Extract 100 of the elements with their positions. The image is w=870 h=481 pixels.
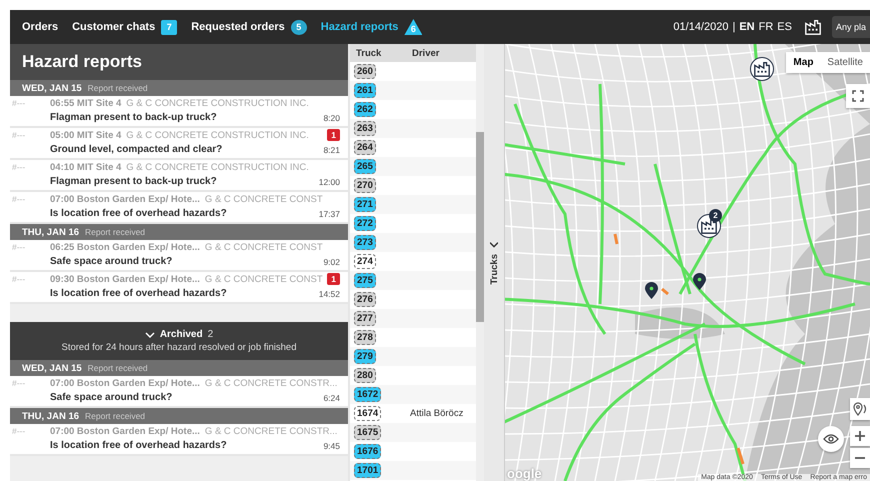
day-note: Report received [88,362,148,375]
trucks-collapse-tab[interactable]: Trucks [488,240,500,285]
alert-badge: 1 [327,129,340,141]
company-name: G & C CONCRETE CONST [204,274,323,284]
report-row[interactable]: #--- 04:10 MIT Site 4 G & C CONCRETE CONSTRUCTION INC. Flagman present to back-up truck? 12:00 [10,160,348,192]
count-badge: 6 [404,19,422,35]
zoom-in-button[interactable] [850,426,870,446]
truck-chip[interactable]: 265 [354,159,376,174]
panel-title: Hazard reports [10,44,348,80]
report-row[interactable]: #--- 06:25 Boston Garden Exp/ Hote... G & C CONCRETE CONST Safe space around truck? 9:02 [10,240,348,272]
date-text: 01/14/2020 [673,21,728,33]
report-question: Is location free of overhead hazards? [50,288,228,299]
nav-tab[interactable]: Orders [22,21,58,33]
zoom-out-button[interactable] [850,448,870,468]
report-row[interactable]: #--- 07:00 Boston Garden Exp/ Hote... G & C CONCRETE CONSTR... Safe space around truck? 6:24 [10,376,348,408]
report-row[interactable]: #--- 09:30 Boston Garden Exp/ Hote... G & C CONCRETE CONST 1 Is location free of overhead hazards? 14:52 [10,272,348,304]
day-note: Report received [85,410,146,423]
location-pin-icon[interactable] [645,282,658,300]
archive-toggle[interactable]: Archived 2 [144,329,214,340]
report-question: Ground level, compacted and clear? [50,144,224,155]
report-duration: 8:20 [323,112,340,122]
nav-tab[interactable]: Customer chats 7 [72,20,178,34]
truck-chip[interactable]: 264 [354,140,376,155]
count-badge: 7 [161,20,178,34]
truck-chip[interactable]: 1676 [354,444,382,459]
report-site: 05:00 MIT Site 4 [50,130,122,140]
truck-chip[interactable]: 272 [354,216,376,231]
zoom-in-icon [855,431,865,441]
truck-chip[interactable]: 1701 [354,463,382,478]
report-duration: 17:37 [318,208,340,218]
company-name: G & C CONCRETE CONSTR... [204,426,338,436]
map-type-button[interactable]: Map [786,52,820,73]
truck-chip[interactable]: 263 [354,121,376,136]
map-type-button[interactable]: Satellite [820,52,870,73]
truck-chip[interactable]: 1674 [354,406,382,421]
truck-chip[interactable]: 278 [354,330,376,345]
truck-chip[interactable]: 277 [354,311,376,326]
nav-tab[interactable]: Requested orders 5 [191,20,307,34]
archive-label: Archived [160,329,203,340]
report-question: Flagman present to back-up truck? [50,112,218,123]
report-duration: 9:02 [323,256,340,266]
fullscreen-button[interactable] [846,84,870,108]
day-label: THU, JAN 16 [22,226,80,240]
company-name: G & C CONCRETE CONSTR... [204,378,338,388]
truck-chip[interactable]: 274 [354,254,376,269]
truck-chip[interactable]: 262 [354,102,376,117]
nav-tab[interactable]: Hazard reports 6 [320,19,422,35]
company-name: G & C CONCRETE CONSTRUCTION INC. [126,98,309,108]
separator-text: | [732,21,736,33]
truck-chip[interactable]: 260 [354,64,376,79]
location-pin-icon[interactable] [693,273,706,291]
report-site: 06:55 MIT Site 4 [50,98,122,108]
report-question: Safe space around truck? [50,256,174,267]
alert-badge: 1 [327,273,340,285]
chevron-icon [144,332,155,338]
report-duration: 9:45 [323,440,340,450]
report-row[interactable]: #--- 06:55 MIT Site 4 G & C CONCRETE CONSTRUCTION INC. Flagman present to back-up truck? 8:20 [10,96,348,128]
report-row[interactable]: #--- 07:00 Boston Garden Exp/ Hote... G & C CONCRETE CONSTR... Is location free of overhead hazards? 9:45 [10,424,348,456]
report-duration: 14:52 [318,288,340,298]
day-note: Report received [88,82,148,95]
day-label: THU, JAN 16 [22,410,80,424]
scrollbar-thumb[interactable] [476,132,484,322]
truck-chip[interactable]: 275 [354,273,376,288]
column-header: Driver [412,48,440,58]
company-name: G & C CONCRETE CONST [204,194,323,204]
report-duration: 8:21 [323,144,340,154]
report-question: Safe space around truck? [50,392,174,403]
factory-icon[interactable] [804,18,822,36]
truck-chip[interactable]: 271 [354,197,376,212]
report-row[interactable]: #--- 07:00 Boston Garden Exp/ Hote... G & C CONCRETE CONST Is location free of overhead hazards? 17:37 [10,192,348,224]
company-name: G & C CONCRETE CONSTRUCTION INC. [126,162,309,172]
route-pin-button[interactable] [850,398,870,420]
report-duration: 6:24 [323,392,340,402]
truck-chip[interactable]: 1672 [354,387,382,402]
archive-count: 2 [208,329,214,340]
visibility-icon [823,434,839,444]
truck-chip[interactable]: 1675 [354,425,382,440]
truck-chip[interactable]: 270 [354,178,376,193]
truck-chip[interactable]: 276 [354,292,376,307]
company-name: G & C CONCRETE CONST [204,242,323,252]
map-logo: oogle [507,466,542,481]
report-site: 09:30 Boston Garden Exp/ Hote... [50,274,200,284]
report-id: #--- [11,274,26,284]
report-site: 07:00 Boston Garden Exp/ Hote... [50,378,200,388]
truck-chip[interactable]: 273 [354,235,376,250]
report-id: #--- [11,130,26,140]
truck-chip[interactable]: 279 [354,349,376,364]
language-option[interactable]: EN [739,21,755,33]
report-id: #--- [11,98,26,108]
day-label: WED, JAN 15 [22,362,82,376]
report-row[interactable]: #--- 05:00 MIT Site 4 G & C CONCRETE CONSTRUCTION INC. 1 Ground level, compacted and clear? 8:21 [10,128,348,160]
truck-chip[interactable]: 280 [354,368,376,383]
company-name: G & C CONCRETE CONSTRUCTION INC. [126,130,309,140]
plant-select-button[interactable]: Any pla [832,16,870,38]
language-option[interactable]: ES [777,21,792,33]
report-duration: 12:00 [318,176,340,186]
report-site: 06:25 Boston Garden Exp/ Hote... [50,242,200,252]
truck-chip[interactable]: 261 [354,83,376,98]
report-id: #--- [11,426,26,436]
language-option[interactable]: FR [758,21,774,33]
